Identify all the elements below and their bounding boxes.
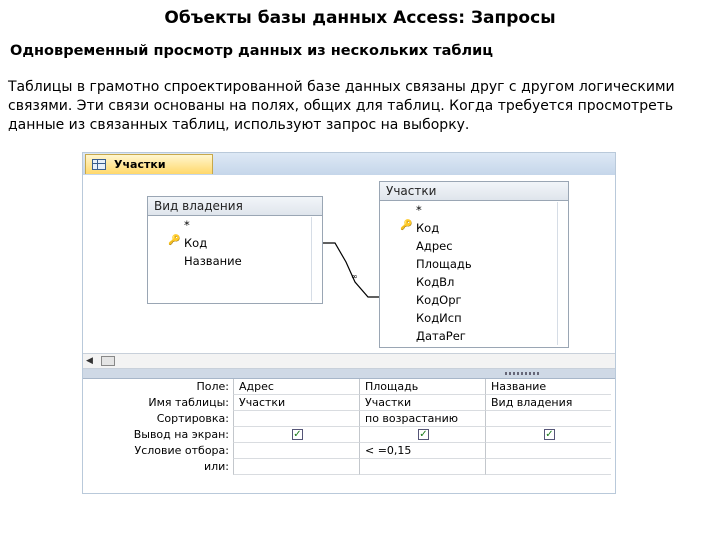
field-item[interactable]: КодОрг — [416, 293, 462, 308]
field-item[interactable]: Название — [184, 254, 242, 269]
grid-cell: ✓ — [233, 427, 359, 443]
scroll-thumb[interactable] — [101, 356, 115, 366]
field-item[interactable]: * — [416, 203, 422, 218]
pane-splitter[interactable] — [83, 369, 615, 379]
row-label: Вывод на экран: — [133, 428, 229, 441]
table-box-scrollbar[interactable] — [557, 202, 566, 345]
row-label: или: — [203, 460, 229, 473]
grid-cell[interactable] — [485, 411, 611, 427]
row-label: Условие отбора: — [134, 444, 230, 457]
table-box-title[interactable]: Вид владения — [148, 197, 322, 216]
grid-cell: ✓ — [359, 427, 485, 443]
grid-cell[interactable] — [233, 443, 359, 459]
grid-cell: ✓ — [485, 427, 611, 443]
show-checkbox[interactable]: ✓ — [418, 429, 429, 440]
grid-cell[interactable] — [233, 411, 359, 427]
table-box-vid-vladeniya[interactable]: Вид владения * 🔑 Код Название — [147, 196, 323, 304]
document-tab-strip: Участки Запрос — [83, 153, 615, 190]
grid-cell[interactable]: Участки — [359, 395, 485, 411]
field-item[interactable]: * — [184, 218, 190, 233]
query-design-grid: Поле: Адрес Площадь Название Имя таблицы… — [83, 379, 615, 493]
row-label: Поле: — [196, 380, 229, 393]
scroll-left-arrow-icon[interactable]: ◀ — [86, 356, 96, 366]
primary-key-icon: 🔑 — [168, 235, 181, 246]
slide-title: Объекты базы данных Access: Запросы — [164, 8, 556, 28]
diagram-horizontal-scrollbar[interactable]: ◀ — [83, 353, 615, 369]
grid-cell[interactable] — [359, 459, 485, 475]
query-icon — [92, 159, 106, 170]
field-item[interactable]: Адрес — [416, 239, 453, 254]
grid-row-criteria: Условие отбора: < =0,15 — [83, 443, 615, 459]
grid-row-show: Вывод на экран: ✓ ✓ ✓ — [83, 427, 615, 443]
field-item[interactable]: Площадь — [416, 257, 472, 272]
grid-cell[interactable]: < =0,15 — [359, 443, 485, 459]
table-box-scrollbar[interactable] — [311, 217, 320, 301]
grid-row-field: Поле: Адрес Площадь Название — [83, 379, 615, 395]
grid-row-table: Имя таблицы: Участки Участки Вид владени… — [83, 395, 615, 411]
slide-subtitle: Одновременный просмотр данных из несколь… — [10, 43, 494, 59]
grid-row-sort: Сортировка: по возрастанию — [83, 411, 615, 427]
table-box-title[interactable]: Участки — [380, 182, 568, 201]
grid-cell[interactable] — [485, 443, 611, 459]
table-diagram-pane: ∞ Вид владения * 🔑 Код Название Участки … — [83, 175, 615, 353]
grid-cell[interactable]: Название — [485, 379, 611, 395]
show-checkbox[interactable]: ✓ — [544, 429, 555, 440]
table-box-uchastki[interactable]: Участки * 🔑 Код Адрес Площадь КодВл КодО… — [379, 181, 569, 348]
field-item[interactable]: Код — [416, 221, 439, 236]
grid-row-or: или: — [83, 459, 615, 475]
row-label: Сортировка: — [156, 412, 229, 425]
grid-cell[interactable] — [485, 459, 611, 475]
grid-cell[interactable]: Площадь — [359, 379, 485, 395]
query-design-window: Участки Запрос ∞ Вид владения * 🔑 Код На… — [82, 152, 616, 494]
slide-body-text: Таблицы в грамотно спроектированной базе… — [8, 79, 675, 133]
grid-cell[interactable]: Вид владения — [485, 395, 611, 411]
show-checkbox[interactable]: ✓ — [292, 429, 303, 440]
field-item[interactable]: ДатаРег — [416, 329, 466, 344]
relationship-many-symbol: ∞ — [351, 272, 358, 281]
tab-query-design[interactable]: Участки Запрос — [85, 154, 213, 190]
grid-cell[interactable] — [233, 459, 359, 475]
row-label: Имя таблицы: — [148, 396, 229, 409]
grid-cell[interactable]: Участки — [233, 395, 359, 411]
field-item[interactable]: КодВл — [416, 275, 454, 290]
splitter-grip-icon[interactable] — [505, 372, 541, 375]
field-item[interactable]: Код — [184, 236, 207, 251]
primary-key-icon: 🔑 — [400, 220, 413, 231]
grid-cell[interactable]: Адрес — [233, 379, 359, 395]
field-item[interactable]: КодИсп — [416, 311, 462, 326]
grid-cell[interactable]: по возрастанию — [359, 411, 485, 427]
